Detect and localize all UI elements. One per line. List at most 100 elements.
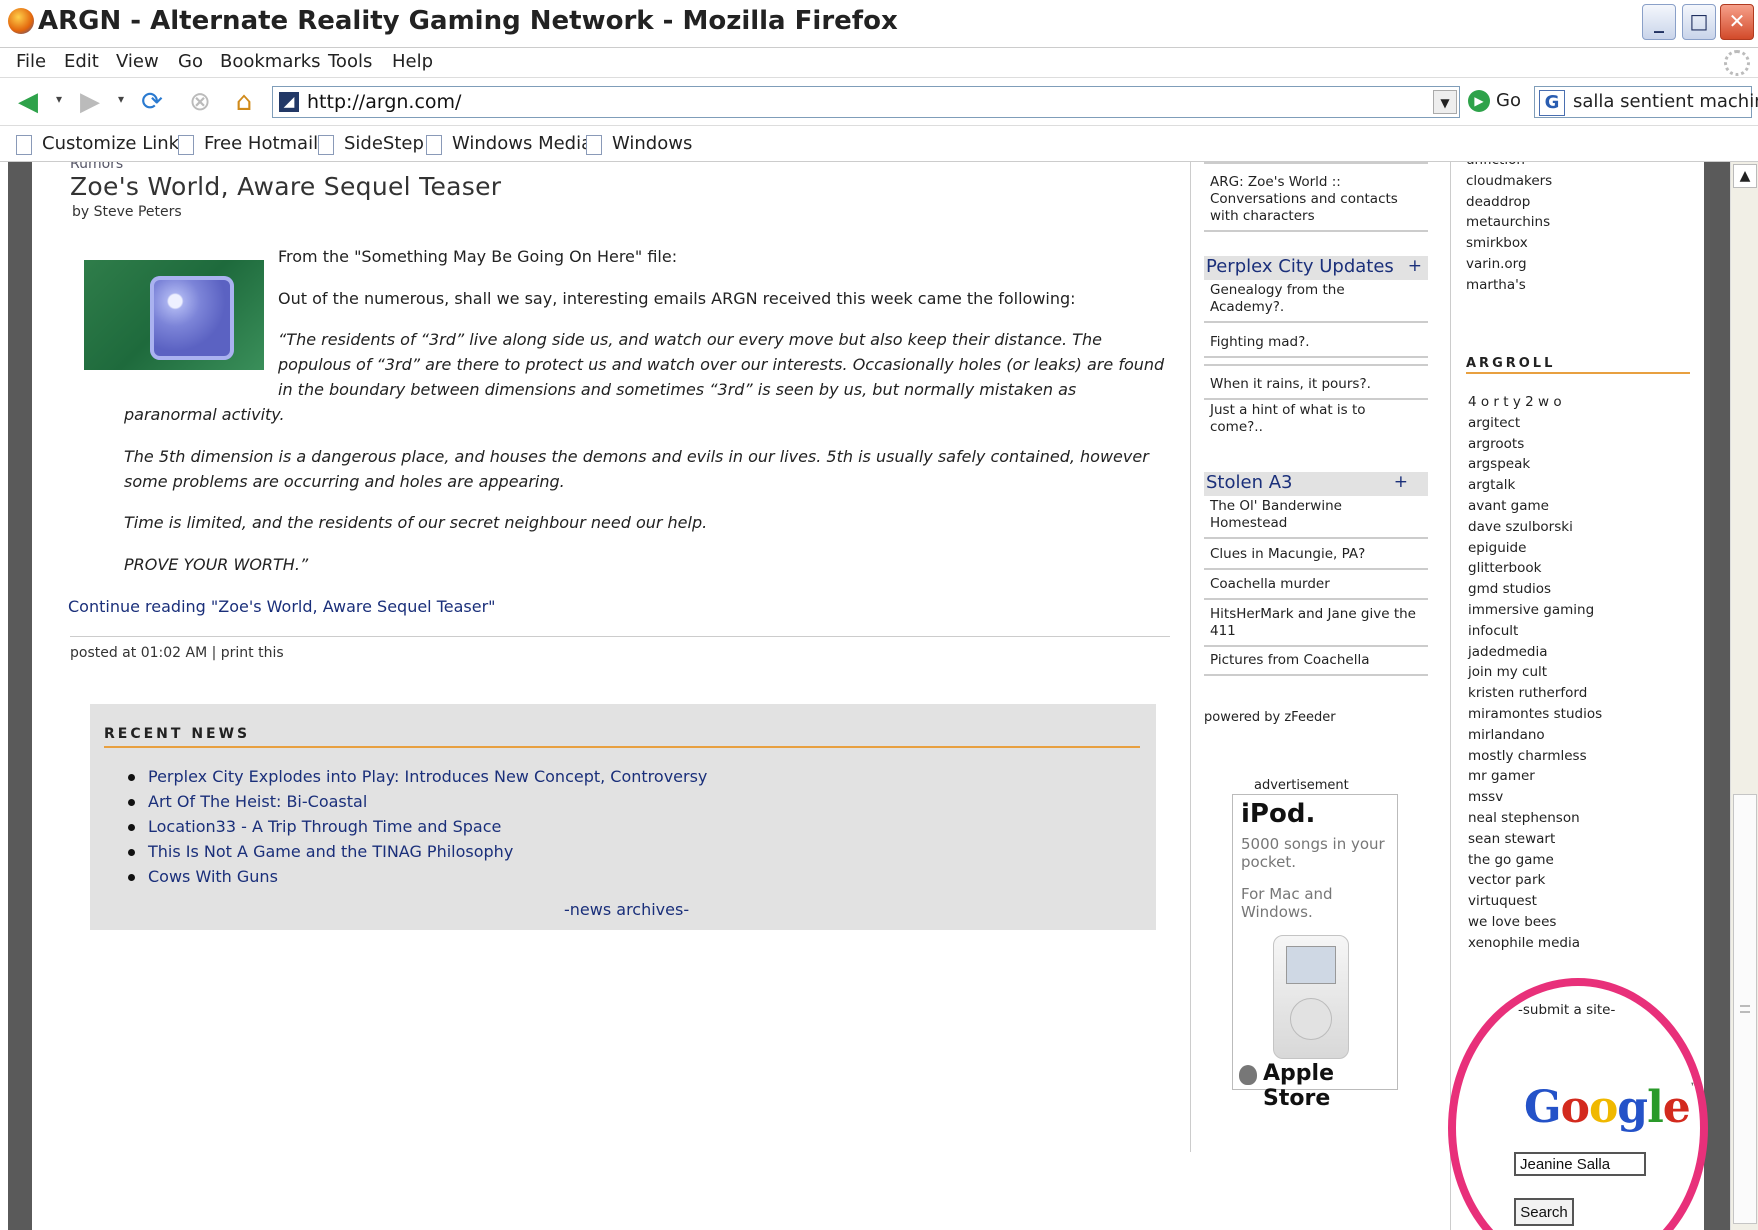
argroll-link[interactable]: neal stephenson: [1468, 808, 1580, 828]
argroll-link[interactable]: dave szulborski: [1468, 517, 1573, 537]
argroll-link[interactable]: join my cult: [1468, 662, 1547, 682]
maximize-button[interactable]: □: [1682, 4, 1716, 40]
feed-link[interactable]: Genealogy from the Academy?.: [1204, 282, 1428, 323]
bookmark-customize-links[interactable]: Customize Links: [16, 133, 188, 155]
argroll-link[interactable]: virtuquest: [1468, 891, 1537, 911]
browser-window: ARGN - Alternate Reality Gaming Network …: [0, 0, 1758, 1230]
argroll-link[interactable]: argtalk: [1468, 475, 1515, 495]
argroll-link[interactable]: infocult: [1468, 621, 1518, 641]
argroll-link[interactable]: the go game: [1468, 850, 1554, 870]
menu-go[interactable]: Go: [178, 51, 203, 72]
argroll-link[interactable]: gmd studios: [1468, 579, 1551, 599]
feed-link[interactable]: Coachella murder: [1204, 576, 1428, 600]
feed-link[interactable]: Just a hint of what is to come?..: [1204, 402, 1428, 436]
address-bar[interactable]: ◢ http://argn.com/ ▼: [272, 86, 1460, 118]
menu-tools[interactable]: Tools: [328, 51, 372, 72]
ipod-advertisement[interactable]: iPod. 5000 songs in your pocket. For Mac…: [1232, 794, 1398, 1111]
argroll-link[interactable]: mr gamer: [1468, 766, 1535, 786]
search-bar-text[interactable]: salla sentient machine: [1573, 91, 1758, 112]
argroll-link[interactable]: mostly charmless: [1468, 746, 1587, 766]
argroll-link[interactable]: argitect: [1468, 413, 1520, 433]
vertical-scrollbar[interactable]: ▲: [1730, 162, 1758, 1230]
url-text[interactable]: http://argn.com/: [307, 91, 461, 113]
menu-bookmarks[interactable]: Bookmarks: [220, 51, 321, 72]
feed-link[interactable]: HitsHerMark and Jane give the 411: [1204, 606, 1428, 647]
argroll-link[interactable]: 4 o r t y 2 w o: [1468, 392, 1562, 412]
stop-icon[interactable]: ⊗: [182, 84, 218, 120]
argroll-link[interactable]: jadedmedia: [1468, 642, 1548, 662]
community-link[interactable]: metaurchins: [1466, 212, 1550, 232]
go-icon[interactable]: ▶: [1468, 90, 1490, 112]
feed-link[interactable]: Pictures from Coachella: [1204, 652, 1428, 676]
argroll-link[interactable]: mirlandano: [1468, 725, 1545, 745]
argroll-link[interactable]: mssv: [1468, 787, 1503, 807]
expand-icon[interactable]: +: [1394, 472, 1408, 492]
feed-link[interactable]: Fighting mad?.: [1204, 334, 1428, 358]
bookmark-label: SideStep: [344, 133, 424, 154]
argroll-link[interactable]: we love bees: [1468, 912, 1556, 932]
argroll-link[interactable]: argroots: [1468, 434, 1524, 454]
news-link[interactable]: Art Of The Heist: Bi-Coastal: [128, 789, 707, 814]
powered-by[interactable]: powered by zFeeder: [1204, 710, 1336, 725]
close-button[interactable]: ✕: [1720, 4, 1754, 40]
google-search-engine-icon[interactable]: G: [1539, 90, 1565, 116]
news-archives-link[interactable]: -news archives-: [564, 900, 689, 919]
post-category[interactable]: Rumors: [70, 162, 123, 172]
bookmark-windows-media[interactable]: Windows Media: [426, 133, 592, 155]
argroll-link[interactable]: epiguide: [1468, 538, 1526, 558]
argroll-link[interactable]: sean stewart: [1468, 829, 1555, 849]
community-link[interactable]: deaddrop: [1466, 192, 1530, 212]
community-link[interactable]: varin.org: [1466, 254, 1527, 274]
community-link[interactable]: unfiction: [1466, 162, 1525, 170]
menu-edit[interactable]: Edit: [64, 51, 99, 72]
continue-reading-link[interactable]: Continue reading "Zoe's World, Aware Seq…: [68, 594, 496, 619]
ipod-image: [1273, 935, 1349, 1059]
quote-line: populous of “3rd” are there to protect u…: [278, 355, 1165, 374]
scroll-up-icon[interactable]: ▲: [1733, 164, 1757, 188]
feed-link[interactable]: ARG: Zoe's World :: Conversations and co…: [1204, 174, 1428, 232]
community-link[interactable]: cloudmakers: [1466, 171, 1552, 191]
argroll-link[interactable]: vector park: [1468, 870, 1545, 890]
minimize-button[interactable]: _: [1642, 4, 1676, 40]
scrollbar-thumb[interactable]: [1733, 794, 1757, 1224]
site-favicon: ◢: [279, 92, 299, 112]
feed-link[interactable]: The Ol' Banderwine Homestead: [1204, 498, 1428, 539]
feed-link[interactable]: Clues in Macungie, PA?: [1204, 546, 1428, 570]
news-link[interactable]: This Is Not A Game and the TINAG Philoso…: [128, 839, 707, 864]
menu-file[interactable]: File: [16, 51, 46, 72]
argroll-link[interactable]: kristen rutherford: [1468, 683, 1587, 703]
feed-heading: Perplex City Updates: [1206, 256, 1394, 277]
bookmark-sidestep[interactable]: SideStep: [318, 133, 424, 155]
search-bar[interactable]: G salla sentient machine: [1534, 86, 1758, 118]
argroll-link[interactable]: avant game: [1468, 496, 1549, 516]
bookmark-free-hotmail[interactable]: Free Hotmail: [178, 133, 319, 155]
community-link[interactable]: martha's: [1466, 275, 1526, 295]
news-link[interactable]: Location33 - A Trip Through Time and Spa…: [128, 814, 707, 839]
url-dropdown-icon[interactable]: ▼: [1433, 90, 1457, 114]
stolen-a3-header[interactable]: Stolen A3 +: [1204, 472, 1428, 496]
feed-link[interactable]: When it rains, it pours?.: [1204, 376, 1428, 400]
argroll-link[interactable]: xenophile media: [1468, 933, 1580, 953]
argroll-link[interactable]: argspeak: [1468, 454, 1530, 474]
reload-icon[interactable]: ⟳: [134, 84, 170, 120]
argroll-link[interactable]: glitterbook: [1468, 558, 1541, 578]
argroll-link[interactable]: immersive gaming: [1468, 600, 1594, 620]
menu-view[interactable]: View: [116, 51, 159, 72]
bookmark-windows[interactable]: Windows: [586, 133, 692, 155]
forward-icon[interactable]: ▶: [72, 84, 108, 120]
forward-dropdown-icon[interactable]: ▾: [118, 92, 124, 106]
menu-help[interactable]: Help: [392, 51, 433, 72]
home-icon[interactable]: ⌂: [226, 84, 262, 120]
feed-heading: Stolen A3: [1206, 472, 1293, 493]
community-link[interactable]: smirkbox: [1466, 233, 1528, 253]
news-link[interactable]: Perplex City Explodes into Play: Introdu…: [128, 764, 707, 789]
news-link[interactable]: Cows With Guns: [128, 864, 707, 889]
go-button[interactable]: Go: [1496, 90, 1521, 111]
back-dropdown-icon[interactable]: ▾: [56, 92, 62, 106]
bookmark-label: Free Hotmail: [204, 133, 319, 154]
argroll-link[interactable]: miramontes studios: [1468, 704, 1602, 724]
expand-icon[interactable]: +: [1408, 256, 1422, 276]
back-icon[interactable]: ◀: [10, 84, 46, 120]
perplex-city-updates-header[interactable]: Perplex City Updates +: [1204, 256, 1428, 280]
column-divider: [1450, 162, 1451, 1230]
